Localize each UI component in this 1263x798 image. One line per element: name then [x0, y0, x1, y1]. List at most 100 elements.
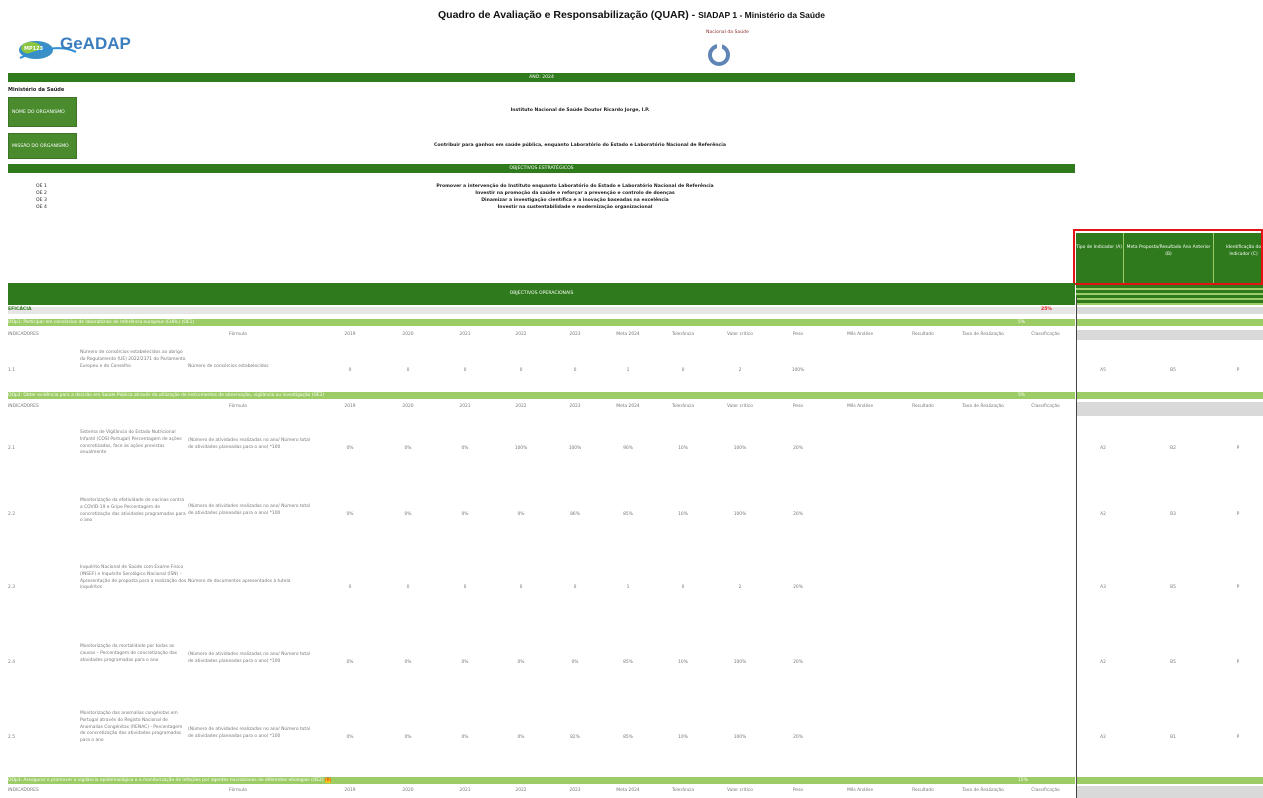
operational-bar: OBJECTIVOS OPERACIONAIS: [8, 283, 1075, 305]
table-cell: 0: [681, 585, 685, 590]
table-cell: B1: [1170, 735, 1176, 740]
logo-right-text: Nacional da Saúde: [706, 30, 749, 35]
table-cell: 0%: [517, 660, 525, 665]
table-cell: 0%: [346, 735, 354, 740]
table-cell: 1: [626, 368, 630, 373]
strategic-item: OE 1 Promover a intervenção do Instituto …: [36, 184, 1076, 191]
table-cell: Mês Análise: [846, 332, 874, 337]
objective-pct: 15%: [1018, 778, 1028, 783]
table-cell: Taxa de Realização: [962, 332, 1004, 337]
table-cell: 0: [573, 585, 577, 590]
table-cell: A2: [1100, 735, 1106, 740]
table-row: 2.3 Inquérito Nacional de Saúde com Exam…: [8, 565, 1263, 620]
table-cell: 0: [348, 368, 352, 373]
table-cell: 0: [406, 368, 410, 373]
table-cell: Peso: [792, 404, 804, 409]
table-cell: 100%: [733, 446, 747, 451]
table-cell: 0%: [404, 512, 412, 517]
table-cell: Monitorização das anomalias congénitas e…: [80, 711, 183, 744]
table-cell: Meta 2024: [616, 332, 640, 337]
table-cell: INDICADORES: [8, 332, 39, 337]
table-cell: 86%: [570, 512, 580, 517]
table-cell: 10%: [678, 735, 688, 740]
sns-logo: Nacional da Saúde: [690, 30, 780, 70]
table-cell: Resultado: [912, 332, 934, 337]
table-cell: B5: [1170, 660, 1176, 665]
org-name-label-text: NOME DO ORGANISMO: [12, 110, 65, 115]
table-cell: Monitorização da efetividade de vacinas …: [80, 498, 186, 524]
table-cell: P: [1236, 368, 1240, 373]
table-cell: 2021: [459, 404, 471, 409]
table-cell: 2022: [515, 332, 527, 337]
table-cell: 100%: [568, 446, 582, 451]
table-cell: P: [1236, 585, 1240, 590]
table-cell: 0%: [571, 660, 579, 665]
table-cell: P: [1236, 446, 1240, 451]
title-main: Quadro de Avaliação e Responsabilização …: [438, 9, 696, 21]
table-cell: B5: [1170, 368, 1176, 373]
table-cell: 2020: [402, 788, 414, 793]
table-cell: Tolerância: [671, 788, 695, 793]
table-cell: Peso: [792, 332, 804, 337]
table-cell: 2022: [515, 404, 527, 409]
objective-bar-2: OOp2: Obter evidência para a decisão em …: [8, 392, 1075, 399]
table-cell: 0%: [346, 660, 354, 665]
table-cell: Valor crítico: [727, 788, 753, 793]
table-cell: A2: [1100, 512, 1106, 517]
table-cell: Fórmula: [229, 332, 247, 337]
table-row: 2.4 Monitorização da mortalidade por tod…: [8, 644, 1263, 699]
strategic-bar-label: OBJECTIVOS ESTRATÉGICOS: [509, 166, 574, 171]
table-cell: Fórmula: [229, 788, 247, 793]
table-cell: Mês Análise: [846, 404, 874, 409]
table-cell: 2023: [569, 788, 581, 793]
table-cell: B2: [1170, 446, 1176, 451]
table-cell: 2020: [402, 404, 414, 409]
table-row: 2.5 Monitorização das anomalias congénit…: [8, 711, 1263, 773]
table-cell: P: [1236, 512, 1240, 517]
strategic-bar: OBJECTIVOS ESTRATÉGICOS: [8, 164, 1075, 173]
table-cell: Investir na promoção da saúde e reforçar…: [475, 191, 675, 196]
objective-bar-1: OOp1: Participar em consórcios de labora…: [8, 319, 1075, 326]
table-cell: 2020: [402, 332, 414, 337]
header-row-1-right: [1077, 330, 1263, 340]
strategic-item: OE 3 Dinamizar a investigação científica …: [36, 198, 1076, 205]
table-cell: 82%: [570, 735, 580, 740]
org-name: Instituto Nacional de Saúde Doutor Ricar…: [510, 108, 650, 113]
table-cell: 100%: [733, 512, 747, 517]
table-row: 1.1 Número de consórcios estabelecidos a…: [8, 348, 1263, 390]
table-cell: 0: [681, 368, 685, 373]
eficacia-label: EFICÁCIA: [8, 307, 32, 312]
table-cell: 10%: [678, 660, 688, 665]
table-cell: Tolerância: [671, 404, 695, 409]
table-cell: 2021: [459, 788, 471, 793]
table-cell: Tolerância: [671, 332, 695, 337]
table-cell: (Número de atividades realizadas no ano/…: [188, 727, 311, 739]
mission-label: MISSÃO DO ORGANISMO: [8, 133, 77, 159]
table-cell: A3: [1100, 585, 1106, 590]
table-cell: 85%: [623, 512, 633, 517]
table-cell: 2.2: [8, 512, 15, 517]
objective-bar-2-right: [1077, 392, 1263, 399]
table-cell: INDICADORES: [8, 788, 39, 793]
objective-pct: 5%: [1018, 320, 1025, 325]
table-cell: Taxa de Realização: [962, 404, 1004, 409]
extra-columns-stripes: [1076, 285, 1263, 305]
table-cell: 2023: [569, 404, 581, 409]
table-cell: 0%: [517, 512, 525, 517]
column-header-row-2: INDICADORES Fórmula 2019 2020 2021 2022 …: [8, 402, 1075, 412]
table-cell: 2: [738, 585, 742, 590]
column-header-row-3: INDICADORES Fórmula 2019 2020 2021 2022 …: [8, 786, 1075, 796]
table-row: 2.2 Monitorização da efetividade de vaci…: [8, 496, 1263, 546]
table-cell: 0%: [461, 660, 469, 665]
table-cell: 100%: [514, 446, 528, 451]
table-cell: 0%: [404, 735, 412, 740]
table-cell: Valor crítico: [727, 404, 753, 409]
table-cell: Resultado: [912, 788, 934, 793]
table-cell: Número de documentos apresentados à tute…: [188, 579, 291, 584]
table-row: 2.1 Sistema de Vigilância do Estado Nutr…: [8, 428, 1263, 478]
table-cell: 2019: [344, 404, 356, 409]
objective-bar-1-right: [1077, 319, 1263, 326]
table-cell: 10%: [678, 512, 688, 517]
table-cell: 0: [463, 585, 467, 590]
table-cell: Classificação: [1031, 404, 1060, 409]
